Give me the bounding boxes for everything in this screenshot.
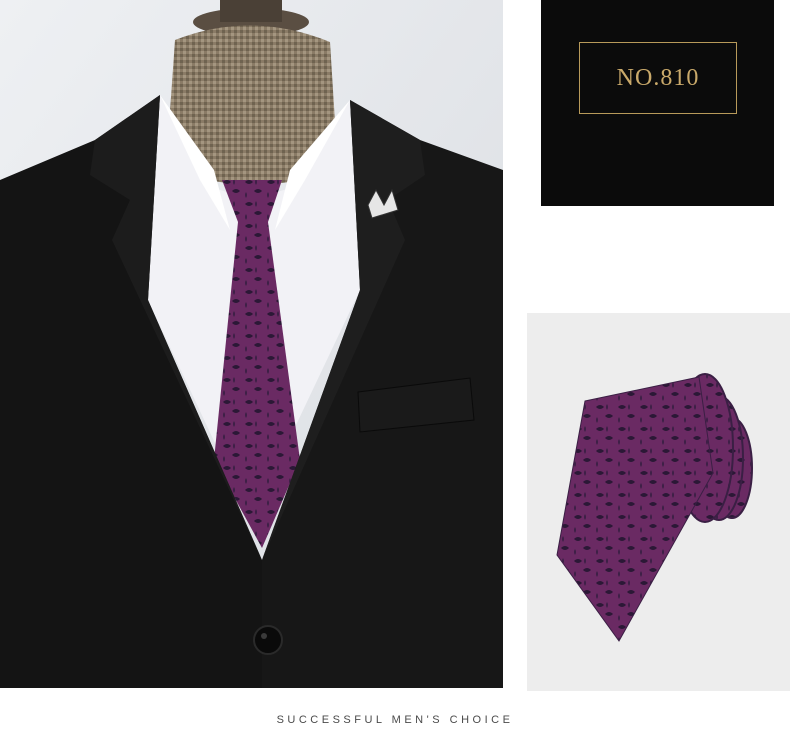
model-photo: [0, 0, 503, 688]
rolled-tie-photo: [527, 313, 790, 691]
tagline: SUCCESSFUL MEN'S CHOICE: [276, 714, 514, 726]
suit-tie-mannequin-image: [0, 0, 503, 688]
code-underline-decoration: [605, 113, 711, 114]
product-code-panel: NO.810: [541, 0, 774, 206]
product-code-frame: NO.810: [579, 42, 737, 116]
product-code: NO.810: [616, 64, 700, 91]
rolled-tie-image: [527, 313, 790, 691]
